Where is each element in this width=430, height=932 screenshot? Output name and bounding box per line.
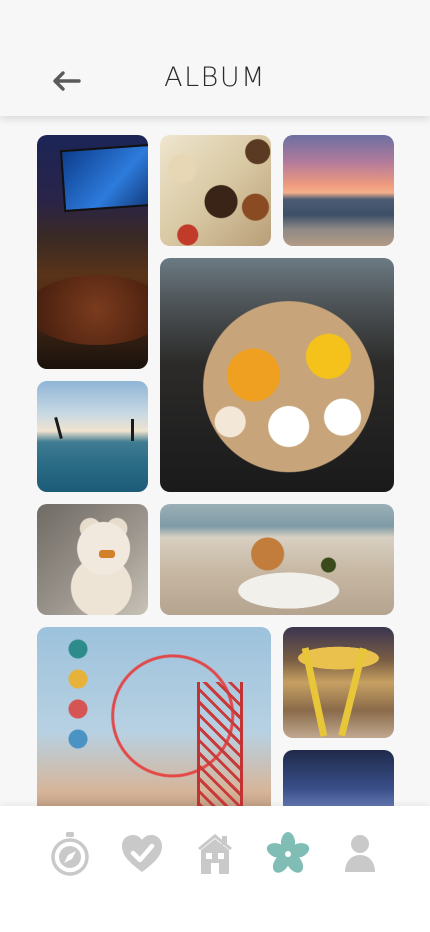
nav-item-album[interactable] (264, 830, 312, 878)
photo-detail (59, 143, 148, 213)
photo-grid (0, 116, 430, 806)
compass-icon (51, 832, 89, 876)
photo-detail (99, 550, 115, 558)
photo-beach-picnic[interactable] (160, 504, 394, 615)
heart-check-icon (122, 835, 162, 872)
photo-detail (338, 647, 367, 737)
bottom-nav (0, 806, 430, 932)
photo-flower-bouquet[interactable] (160, 258, 394, 492)
photo-detail (197, 682, 243, 806)
nav-item-favorites[interactable] (118, 830, 166, 878)
photo-beach-sunset[interactable] (283, 135, 394, 246)
home-icon (198, 834, 232, 874)
photo-tv-pizza-night[interactable] (37, 135, 148, 369)
flower-icon (266, 832, 310, 873)
nav-item-profile[interactable] (336, 830, 384, 878)
photo-detail (65, 637, 91, 757)
photo-snack-board[interactable] (160, 135, 271, 246)
page-title: ALBUM (164, 62, 266, 93)
photo-detail (37, 275, 148, 345)
app-header: ALBUM (0, 0, 430, 116)
photo-carousel[interactable] (283, 627, 394, 738)
person-icon (345, 835, 375, 872)
photo-detail (131, 419, 134, 441)
photo-teddy-bear[interactable] (37, 504, 148, 615)
photo-ferris-wheel[interactable] (37, 627, 271, 806)
photo-fair-lights[interactable] (283, 750, 394, 806)
nav-item-explore[interactable] (46, 830, 94, 878)
photo-detail (54, 416, 63, 440)
photo-detail (301, 647, 328, 737)
photo-beach-couple[interactable] (37, 381, 148, 492)
nav-item-home[interactable] (191, 830, 239, 878)
